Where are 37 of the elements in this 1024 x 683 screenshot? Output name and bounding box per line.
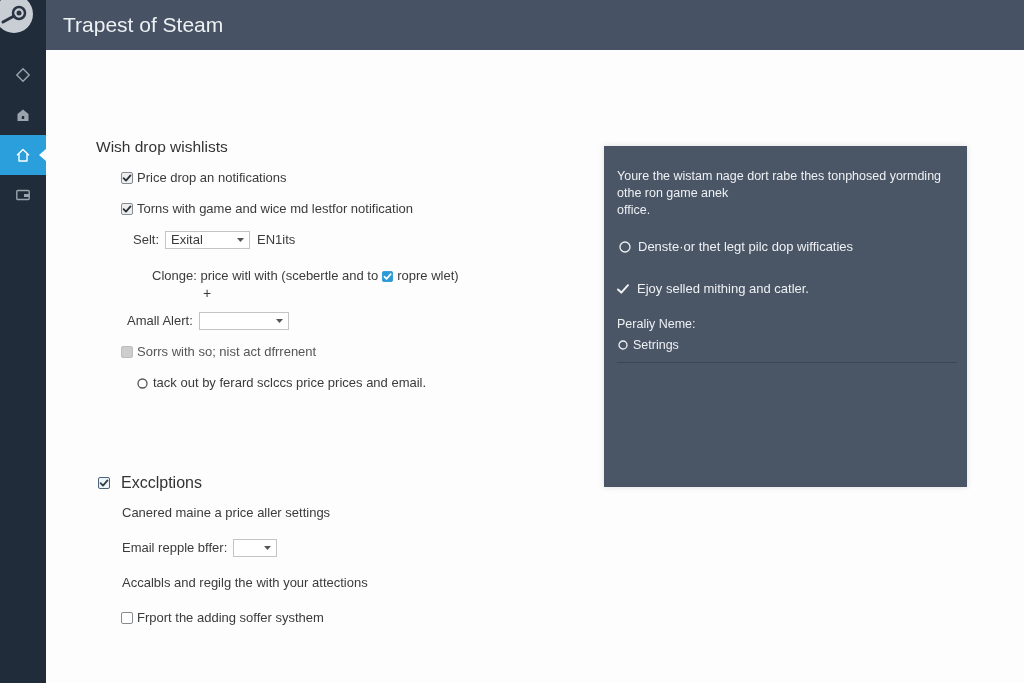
checkbox[interactable]	[121, 612, 133, 624]
checkbox[interactable]	[98, 477, 110, 489]
diamond-icon	[15, 67, 31, 83]
checkbox-label: Sorrs with so; nist act dfrrenent	[137, 343, 317, 362]
checkbox[interactable]	[121, 172, 133, 184]
house-lock-icon	[15, 107, 31, 123]
checkbox-label: Frport the adding soffer systhem	[137, 609, 324, 628]
checkbox-label: Price drop an notifications	[137, 169, 287, 188]
wallet-icon	[15, 187, 31, 203]
description-text: Accalbls and regilg the with your attections	[122, 574, 368, 593]
checkbox[interactable]	[382, 270, 394, 282]
caret-down-icon	[275, 319, 283, 323]
field-label: Peraliy Neme:	[617, 315, 696, 333]
panel-description: Youre the wistam nage dort rabe thes tonphosed yormding othe ron game anek office.	[617, 168, 943, 219]
sidebar-item[interactable]	[0, 135, 46, 175]
radio-label: tack out by ferard sclccs price prices and email.	[153, 374, 427, 393]
radio-label: Setrings	[633, 336, 679, 354]
caret-down-icon	[237, 238, 244, 242]
field-label: Amall Alert:	[127, 312, 193, 331]
checkbox[interactable]	[121, 203, 133, 215]
radio-button[interactable]	[137, 377, 148, 389]
description-text: Canered maine a price aller settings	[122, 504, 331, 523]
unit-label: EN1its	[257, 231, 296, 250]
checkbox-label: Torns with game and wice md lestfor notification	[137, 200, 413, 219]
section-heading: Excclptions	[121, 473, 202, 493]
note-text: Clonge: price witl with (scebertle and to	[152, 267, 379, 286]
radio-label: Denste·or thet legt pilc dop wifficaties	[638, 238, 854, 257]
note-text: ropre wlet)	[397, 267, 459, 286]
window-title: Trapest of Steam	[63, 12, 224, 39]
field-label: Selt:	[133, 231, 159, 250]
section-heading: Wish drop wishlists	[96, 137, 228, 158]
field-label: Email repple bffer:	[122, 539, 228, 558]
dropdown[interactable]: Exital	[165, 231, 250, 249]
house-icon	[15, 147, 31, 163]
caret-down-icon	[264, 546, 272, 550]
plus-sign: +	[202, 286, 212, 300]
option-text: Ejoy selled mithing and catler.	[637, 280, 809, 299]
